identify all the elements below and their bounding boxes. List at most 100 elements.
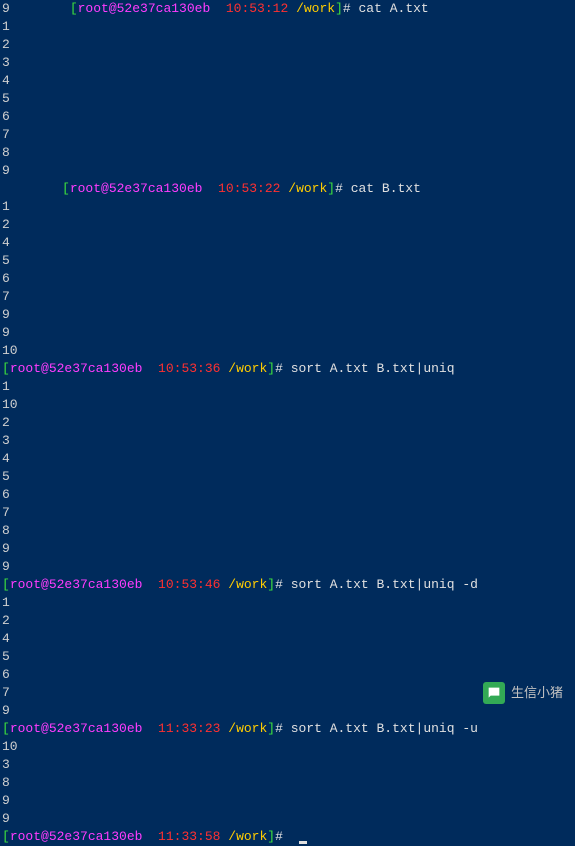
bracket: [ — [2, 577, 10, 592]
chat-icon — [483, 682, 505, 704]
prompt-line[interactable]: [root@52e37ca130eb 10:53:22 /work]# cat … — [0, 180, 575, 198]
output-text: 3 — [0, 756, 10, 774]
output-line: 4 — [0, 72, 575, 90]
output-text: 1 — [0, 18, 10, 36]
cursor — [299, 841, 307, 844]
output-prefix: 9 — [0, 0, 10, 18]
output-line: 2 — [0, 36, 575, 54]
bracket: [ — [70, 1, 78, 16]
output-line: 9 — [0, 810, 575, 828]
output-text: 8 — [0, 144, 10, 162]
output-line: 2 — [0, 216, 575, 234]
output-line: 3 — [0, 432, 575, 450]
output-text: 9 — [0, 810, 10, 828]
cmd: # sort A.txt B.txt|uniq -u — [275, 721, 478, 736]
output-line: 8 — [0, 522, 575, 540]
prompt-line[interactable]: [root@52e37ca130eb 10:53:36 /work]# sort… — [0, 360, 575, 378]
output-text: 7 — [0, 684, 10, 702]
cmd: # cat A.txt — [343, 1, 429, 16]
output-text: 4 — [0, 72, 10, 90]
watermark: 生信小猪 — [483, 682, 563, 704]
user-host: root@52e37ca130eb — [78, 1, 211, 16]
output-text: 3 — [0, 54, 10, 72]
output-line: 1 — [0, 378, 575, 396]
output-text: 9 — [0, 792, 10, 810]
output-line: 9 — [0, 306, 575, 324]
output-line: 5 — [0, 252, 575, 270]
output-line: 7 — [0, 126, 575, 144]
output-text: 9 — [0, 162, 10, 180]
bracket: [ — [2, 721, 10, 736]
bracket: ] — [267, 361, 275, 376]
output-line: 6 — [0, 486, 575, 504]
output-text: 1 — [0, 594, 10, 612]
output-text: 7 — [0, 126, 10, 144]
output-text: 8 — [0, 774, 10, 792]
output-line: 3 — [0, 756, 575, 774]
output-line: 9 — [0, 558, 575, 576]
prompt: [root@52e37ca130eb 11:33:23 /work]# sort… — [2, 720, 478, 738]
output-line: 2 — [0, 612, 575, 630]
output-text: 5 — [0, 252, 10, 270]
output-line: 10 — [0, 738, 575, 756]
output-line: 7 — [0, 504, 575, 522]
user-host: root@52e37ca130eb — [10, 829, 143, 844]
output-text: 8 — [0, 522, 10, 540]
path: /work — [228, 361, 267, 376]
output-text: 2 — [0, 612, 10, 630]
output-text: 10 — [0, 396, 18, 414]
output-text: 6 — [0, 666, 10, 684]
time: 11:33:58 — [142, 829, 228, 844]
output-text: 3 — [0, 432, 10, 450]
user-host: root@52e37ca130eb — [10, 721, 143, 736]
prompt-line[interactable]: [root@52e37ca130eb 11:33:58 /work]# — [0, 828, 575, 846]
output-text: 5 — [0, 90, 10, 108]
output-line: 2 — [0, 414, 575, 432]
watermark-text: 生信小猪 — [511, 684, 563, 702]
output-text: 9 — [0, 306, 10, 324]
bracket: [ — [2, 829, 10, 844]
output-line: 8 — [0, 774, 575, 792]
output-line: 9 — [0, 540, 575, 558]
output-line: 1 — [0, 594, 575, 612]
output-text: 4 — [0, 450, 10, 468]
output-text: 1 — [0, 378, 10, 396]
output-line: 5 — [0, 648, 575, 666]
output-text: 4 — [0, 630, 10, 648]
output-text: 2 — [0, 414, 10, 432]
output-line: 3 — [0, 54, 575, 72]
prompt: [root@52e37ca130eb 10:53:36 /work]# sort… — [2, 360, 455, 378]
path: /work — [228, 829, 267, 844]
output-line: 7 — [0, 288, 575, 306]
time: 11:33:23 — [142, 721, 228, 736]
output-line: 10 — [0, 396, 575, 414]
time: 10:53:12 — [210, 1, 296, 16]
output-text: 9 — [0, 702, 10, 720]
output-text: 7 — [0, 288, 10, 306]
path: /work — [296, 1, 335, 16]
prompt: [root@52e37ca130eb 11:33:58 /work]# — [2, 828, 307, 846]
prompt-line[interactable]: [root@52e37ca130eb 10:53:46 /work]# sort… — [0, 576, 575, 594]
output-line: 8 — [0, 144, 575, 162]
cmd: # cat B.txt — [335, 181, 421, 196]
output-text: 6 — [0, 270, 10, 288]
prompt: [root@52e37ca130eb 10:53:22 /work]# cat … — [2, 180, 421, 198]
output-line: 9 — [0, 162, 575, 180]
output-text: 5 — [0, 468, 10, 486]
bracket: [ — [62, 181, 70, 196]
user-host: root@52e37ca130eb — [10, 577, 143, 592]
prompt-line[interactable]: [root@52e37ca130eb 11:33:23 /work]# sort… — [0, 720, 575, 738]
output-text: 7 — [0, 504, 10, 522]
output-line: 4 — [0, 234, 575, 252]
output-line: 5 — [0, 90, 575, 108]
output-text: 6 — [0, 108, 10, 126]
prompt-line[interactable]: 9[root@52e37ca130eb 10:53:12 /work]# cat… — [0, 0, 575, 18]
output-text: 10 — [0, 342, 18, 360]
terminal[interactable]: 9[root@52e37ca130eb 10:53:12 /work]# cat… — [0, 0, 575, 846]
output-line: 9 — [0, 702, 575, 720]
cmd: # sort A.txt B.txt|uniq -d — [275, 577, 478, 592]
output-text: 1 — [0, 198, 10, 216]
output-text: 9 — [0, 324, 10, 342]
output-text: 9 — [0, 558, 10, 576]
output-line: 4 — [0, 630, 575, 648]
